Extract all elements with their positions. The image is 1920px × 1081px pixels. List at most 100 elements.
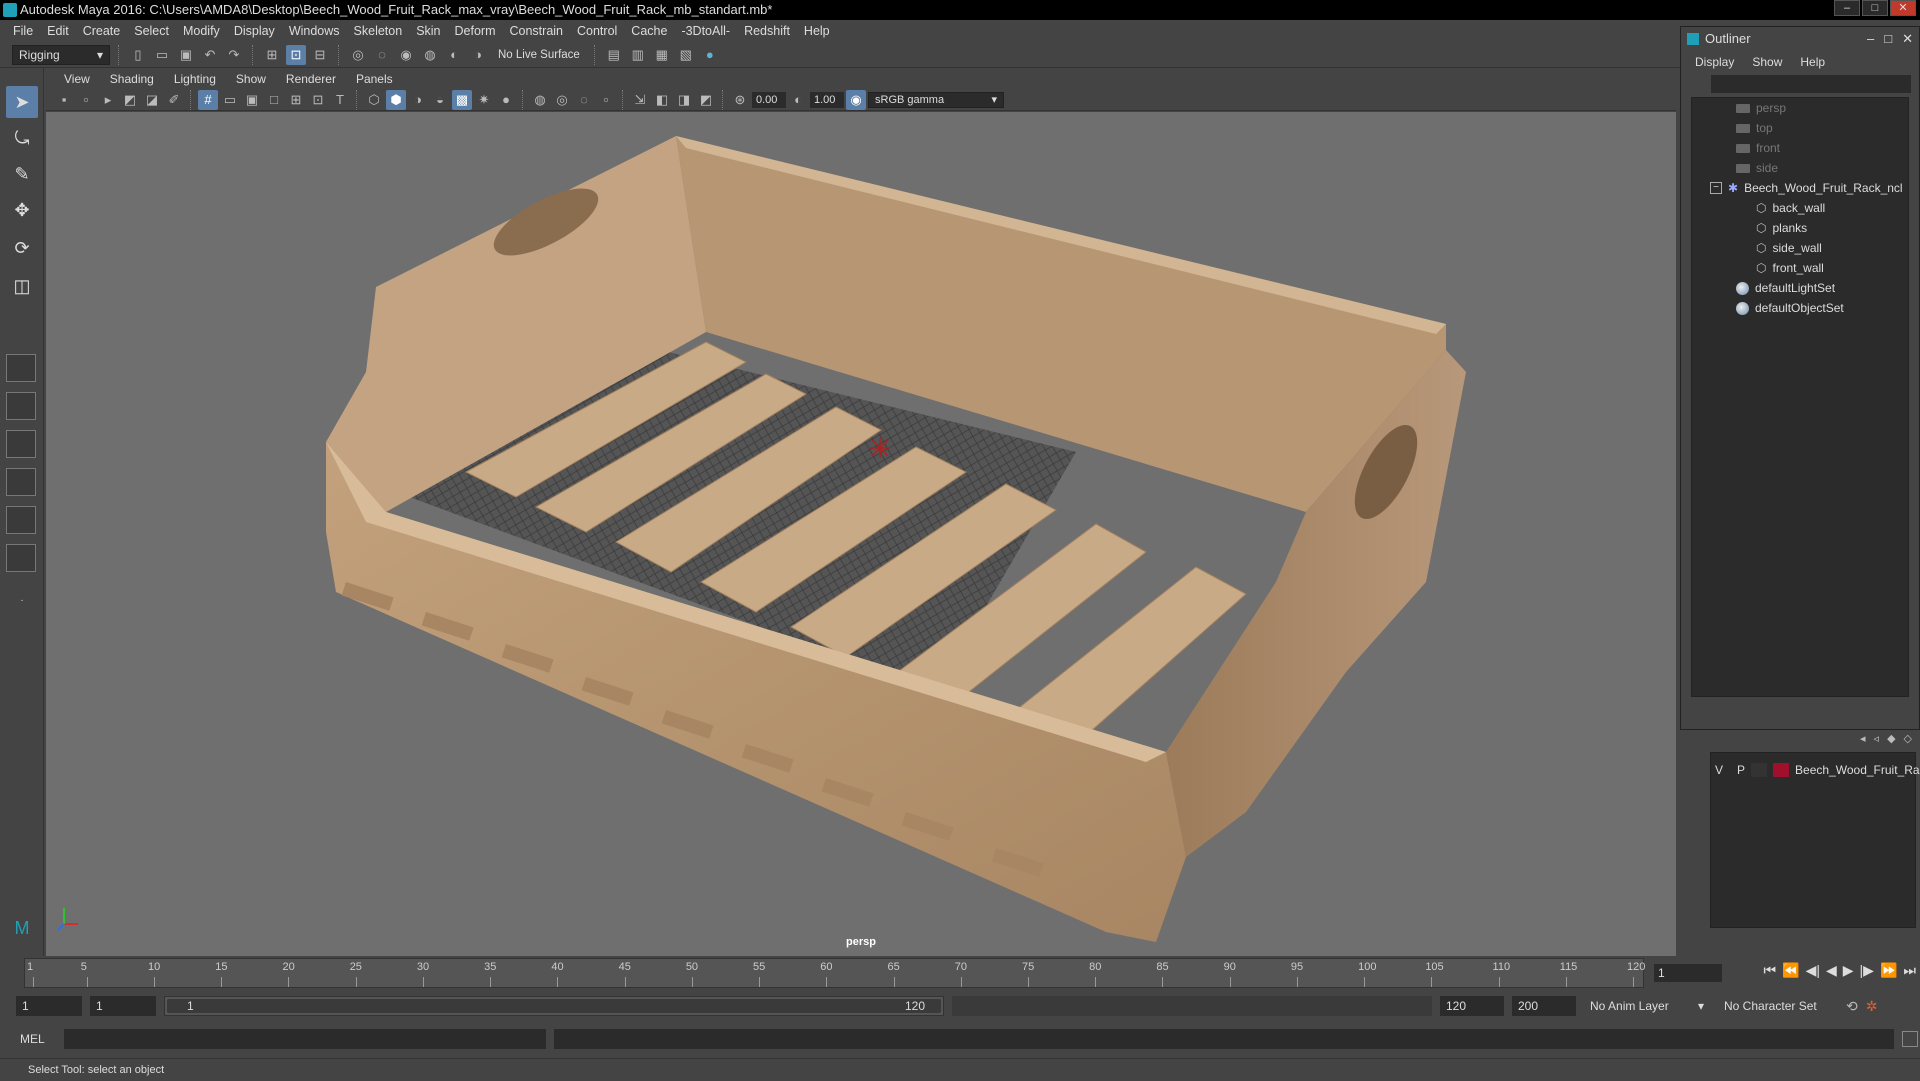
range-slider[interactable]: 1 120 xyxy=(164,996,944,1016)
snap-grid-icon[interactable]: ◎ xyxy=(348,45,368,65)
play-forward-icon[interactable]: ▶ xyxy=(1843,962,1854,979)
panel-menu-lighting[interactable]: Lighting xyxy=(164,72,226,86)
camera-attributes-icon[interactable]: ▫ xyxy=(76,90,96,110)
current-frame-field[interactable]: 1 xyxy=(1654,964,1722,982)
snap-view-icon[interactable]: ◍ xyxy=(420,45,440,65)
render-view-icon[interactable]: ▧ xyxy=(676,45,696,65)
outliner-menu-show[interactable]: Show xyxy=(1752,55,1782,69)
perspective-viewport[interactable]: persp xyxy=(46,112,1676,956)
step-forward-key-icon[interactable]: ⏩ xyxy=(1880,962,1897,979)
collapse-icon[interactable]: − xyxy=(1710,182,1722,194)
depth-of-field-icon[interactable]: ▫ xyxy=(596,90,616,110)
new-layer-icon[interactable]: ◆ xyxy=(1887,732,1895,745)
menu-3dtoall[interactable]: -3DtoAll- xyxy=(674,24,737,38)
outliner-search-input[interactable] xyxy=(1711,75,1911,93)
gamma-icon[interactable]: ◐ xyxy=(788,90,808,110)
menu-set-dropdown[interactable]: Rigging ▾ xyxy=(12,44,110,65)
camera-select-icon[interactable]: ▪ xyxy=(54,90,74,110)
use-all-lights-icon[interactable]: ✷ xyxy=(474,90,494,110)
hypershade-icon[interactable]: ● xyxy=(700,45,720,65)
new-layer-selected-icon[interactable]: ◇ xyxy=(1904,732,1912,745)
character-set-dropdown[interactable]: No Character Set xyxy=(1718,996,1838,1016)
gate-mask-icon[interactable]: □ xyxy=(264,90,284,110)
menu-control[interactable]: Control xyxy=(570,24,624,38)
menu-create[interactable]: Create xyxy=(76,24,128,38)
playback-end-field[interactable]: 120 xyxy=(1440,996,1504,1016)
shadows-icon[interactable]: ● xyxy=(496,90,516,110)
command-input[interactable] xyxy=(64,1029,546,1049)
move-layer-down-icon[interactable]: ◃ xyxy=(1874,732,1880,745)
rotate-tool-icon[interactable]: ⟳ xyxy=(6,232,38,264)
xray-joints-icon[interactable]: ◨ xyxy=(674,90,694,110)
outliner-minimize-button[interactable]: – xyxy=(1867,27,1874,51)
isolate-select-icon[interactable]: ⇲ xyxy=(630,90,650,110)
layer-name[interactable]: Beech_Wood_Fruit_Ra xyxy=(1795,763,1920,777)
open-scene-icon[interactable]: ▭ xyxy=(152,45,172,65)
minimize-button[interactable]: – xyxy=(1834,0,1860,16)
film-gate-icon[interactable]: ▭ xyxy=(220,90,240,110)
paint-select-tool-icon[interactable]: ✎ xyxy=(6,158,38,190)
step-back-key-icon[interactable]: ⏪ xyxy=(1782,962,1799,979)
undo-icon[interactable]: ↶ xyxy=(200,45,220,65)
step-forward-frame-icon[interactable]: |▶ xyxy=(1860,962,1874,979)
play-backward-icon[interactable]: ◀ xyxy=(1826,962,1837,979)
ambient-occlusion-icon[interactable]: ◍ xyxy=(530,90,550,110)
panel-menu-panels[interactable]: Panels xyxy=(346,72,403,86)
outliner-item-default-light-set[interactable]: defaultLightSet xyxy=(1736,278,1835,298)
grease-pencil-icon[interactable]: ✐ xyxy=(164,90,184,110)
time-slider[interactable]: 1 5 10 15 20 25 30 35 40 45 50 55 60 65 70 75 80 85 90 95 10… xyxy=(0,956,1920,990)
layer-color-swatch[interactable] xyxy=(1773,763,1790,777)
snap-curve-icon[interactable]: ◌ xyxy=(372,45,392,65)
timeline-ruler[interactable]: 1 5 10 15 20 25 30 35 40 45 50 55 60 65 70 75 80 85 90 95 10… xyxy=(24,958,1645,988)
playback-start-field[interactable]: 1 xyxy=(90,996,156,1016)
panel-menu-renderer[interactable]: Renderer xyxy=(276,72,346,86)
snap-live-icon[interactable]: ◑ xyxy=(468,45,488,65)
select-component-icon[interactable]: ⊟ xyxy=(310,45,330,65)
scale-tool-icon[interactable]: ◫ xyxy=(6,270,38,302)
go-to-start-icon[interactable]: ⏮ xyxy=(1764,962,1777,979)
save-scene-icon[interactable]: ▣ xyxy=(176,45,196,65)
bookmark-icon[interactable]: ▸ xyxy=(98,90,118,110)
resolution-gate-icon[interactable]: ▣ xyxy=(242,90,262,110)
maximize-button[interactable]: □ xyxy=(1862,0,1888,16)
xray-components-icon[interactable]: ◩ xyxy=(696,90,716,110)
safe-action-icon[interactable]: ⊡ xyxy=(308,90,328,110)
render-frame-icon[interactable]: ▥ xyxy=(628,45,648,65)
exposure-icon[interactable]: ⊛ xyxy=(730,90,750,110)
2d-pan-zoom-icon[interactable]: ◪ xyxy=(142,90,162,110)
menu-help[interactable]: Help xyxy=(797,24,837,38)
menu-cache[interactable]: Cache xyxy=(624,24,674,38)
snap-surface-icon[interactable]: ◐ xyxy=(444,45,464,65)
persp-graph-layout-icon[interactable] xyxy=(6,468,36,496)
outliner-item-side[interactable]: side xyxy=(1736,158,1778,178)
outliner-item-persp[interactable]: persp xyxy=(1736,98,1786,118)
anim-layer-dropdown[interactable]: No Anim Layer ▾ xyxy=(1584,996,1710,1016)
outliner-item-planks[interactable]: ⬡ planks xyxy=(1756,218,1807,238)
textured-icon[interactable]: ▩ xyxy=(452,89,472,110)
live-surface-label[interactable]: No Live Surface xyxy=(492,49,586,61)
menu-modify[interactable]: Modify xyxy=(176,24,227,38)
image-plane-icon[interactable]: ◩ xyxy=(120,90,140,110)
outliner-tree[interactable]: persp top front side − ✱ Beech_Wood_Fruit_… xyxy=(1691,97,1909,697)
menu-windows[interactable]: Windows xyxy=(282,24,347,38)
outliner-item-group[interactable]: − ✱ Beech_Wood_Fruit_Rack_ncl xyxy=(1710,178,1903,198)
outliner-item-front-wall[interactable]: ⬡ front_wall xyxy=(1756,258,1824,278)
menu-edit[interactable]: Edit xyxy=(40,24,76,38)
new-scene-icon[interactable]: ▯ xyxy=(128,45,148,65)
move-tool-icon[interactable]: ✥ xyxy=(6,194,38,226)
persp-outliner-layout-icon[interactable] xyxy=(6,430,36,458)
script-language-label[interactable]: MEL xyxy=(20,1032,56,1046)
panel-menu-view[interactable]: View xyxy=(54,72,100,86)
close-button[interactable]: ✕ xyxy=(1890,0,1916,16)
default-material-icon[interactable]: ◒ xyxy=(430,90,450,110)
exposure-field[interactable]: 0.00 xyxy=(752,91,786,108)
select-hierarchy-icon[interactable]: ⊞ xyxy=(262,45,282,65)
select-object-icon[interactable]: ⊡ xyxy=(286,44,306,65)
auto-key-icon[interactable]: ⟲ xyxy=(1846,998,1858,1015)
animation-end-field[interactable]: 200 xyxy=(1512,996,1576,1016)
preferences-icon[interactable]: ✲ xyxy=(1866,998,1878,1015)
script-editor-icon[interactable] xyxy=(1902,1031,1918,1047)
motion-blur-icon[interactable]: ◎ xyxy=(552,90,572,110)
outliner-item-front[interactable]: front xyxy=(1736,138,1780,158)
ipr-render-icon[interactable]: ▦ xyxy=(652,45,672,65)
